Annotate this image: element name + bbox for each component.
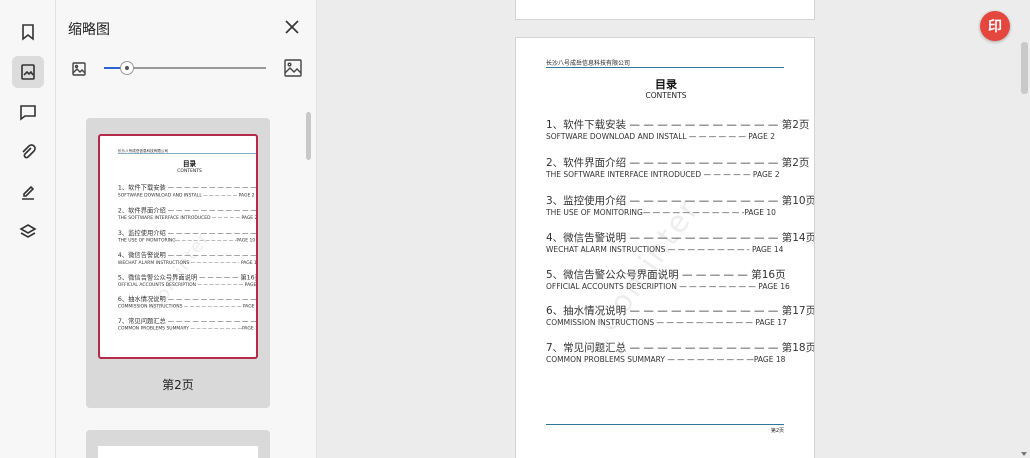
toc-subtitle: CONTENTS bbox=[645, 91, 687, 100]
thumbnail-page-label: 第2页 bbox=[162, 378, 194, 392]
toc-entry[interactable]: 4、微信告警说明 — — — — — — — — — — — 第14页WECHA… bbox=[546, 231, 815, 255]
toc-entry-english: THE USE OF MONITORING— — — — — — — — — —… bbox=[546, 208, 776, 217]
toc-entry-english: OFFICIAL ACCOUNTS DESCRIPTION — — — — — … bbox=[117, 281, 258, 288]
toc-entry-chinese: 6、抽水情况说明 — — — — — — — — — — — 第17页 bbox=[117, 295, 257, 303]
previous-page bbox=[515, 0, 815, 20]
scroll-down-arrow[interactable] bbox=[1021, 452, 1027, 456]
toc-entry-english: OFFICIAL ACCOUNTS DESCRIPTION — — — — — … bbox=[546, 282, 790, 291]
toc-entry-english: WECHAT ALARM INSTRUCTIONS — — — — — — — … bbox=[546, 245, 784, 254]
bookmark-button[interactable] bbox=[12, 16, 44, 48]
main-scrollbar[interactable] bbox=[1021, 42, 1028, 94]
document-content: 长沙八号成岳信息科技有限公司 目录 CONTENTS Cominter 1、软件… bbox=[516, 38, 815, 458]
thumbnail-zoom-control bbox=[70, 58, 302, 78]
toc-entry-english: THE SOFTWARE INTERFACE INTRODUCED — — — … bbox=[546, 170, 780, 179]
toc-entry-english: COMMISSION INSTRUCTIONS — — — — — — — — … bbox=[117, 303, 258, 309]
layers-button[interactable] bbox=[12, 216, 44, 248]
toc-entry-english: THE SOFTWARE INTERFACE INTRODUCED — — — … bbox=[117, 214, 258, 221]
panel-scrollbar[interactable] bbox=[306, 112, 311, 160]
toc-entry-chinese: 7、常见问题汇总 — — — — — — — — — — — 第18页 bbox=[546, 342, 815, 354]
thumbnail-document-content: 长沙八号成岳信息科技有限公司 目录 CONTENTS Cominter 1、软件… bbox=[100, 136, 258, 357]
document-view: 长沙八号成岳信息科技有限公司 目录 CONTENTS Cominter 1、软件… bbox=[317, 0, 1030, 458]
header-rule bbox=[117, 153, 256, 154]
attachment-button[interactable] bbox=[12, 136, 44, 168]
footer-rule bbox=[546, 424, 784, 425]
toc-entry-chinese: 1、软件下载安装 — — — — — — — — — — — 第2页 bbox=[117, 184, 257, 192]
toc-entry[interactable]: 3、监控使用介绍 — — — — — — — — — — — 第10页THE U… bbox=[117, 229, 257, 243]
toc-entry[interactable]: 3、监控使用介绍 — — — — — — — — — — — 第10页THE U… bbox=[546, 194, 815, 218]
toc-entry-chinese: 4、微信告警说明 — — — — — — — — — — — 第14页 bbox=[546, 232, 815, 244]
toc-title: 目录 bbox=[655, 78, 677, 91]
toc-entry-chinese: 2、软件界面介绍 — — — — — — — — — — — 第2页 bbox=[546, 157, 810, 169]
toc-entry[interactable]: 2、软件界面介绍 — — — — — — — — — — — 第2页THE SO… bbox=[117, 206, 258, 221]
icon-rail bbox=[0, 0, 56, 458]
zoom-out-button[interactable] bbox=[72, 61, 86, 76]
toc-entry[interactable]: 5、微信告警公众号界面说明 — — — — — 第16页 OFFICIAL ACC… bbox=[117, 273, 258, 288]
header-rule bbox=[546, 67, 784, 68]
thumbnail-panel: 缩略图 长沙八号成岳信息科技有限公司 目录 CONTENTS Cominter … bbox=[56, 0, 317, 458]
signature-button[interactable] bbox=[12, 176, 44, 208]
company-name: 长沙八号成岳信息科技有限公司 bbox=[546, 60, 631, 67]
toc-entry[interactable]: 1、软件下载安装 — — — — — — — — — — — 第2页SOFTWA… bbox=[546, 118, 810, 142]
toc-entry[interactable]: 2、软件界面介绍 — — — — — — — — — — — 第2页THE SO… bbox=[546, 156, 810, 180]
thumbnail-preview: 长沙八号成岳信息科技有限公司 目录 CONTENTS Cominter 1、软件… bbox=[98, 134, 258, 359]
thumbnail-page-2[interactable]: 长沙八号成岳信息科技有限公司 目录 CONTENTS Cominter 1、软件… bbox=[86, 118, 270, 408]
toc-entry[interactable]: 7、常见问题汇总 — — — — — — — — — — — 第18页COMMO… bbox=[117, 317, 258, 331]
stamp-button[interactable]: 印 bbox=[980, 11, 1010, 41]
toc-entry-chinese: 1、软件下载安装 — — — — — — — — — — — 第2页 bbox=[546, 119, 810, 131]
toc-entry[interactable]: 1、软件下载安装 — — — — — — — — — — — 第2页SOFTWA… bbox=[117, 184, 257, 198]
document-page: 长沙八号成岳信息科技有限公司 目录 CONTENTS Cominter 1、软件… bbox=[515, 37, 815, 458]
toc-entry-english: THE USE OF MONITORING— — — — — — — — — —… bbox=[117, 237, 256, 243]
toc-entry-chinese: 6、抽水情况说明 — — — — — — — — — — — 第17页 bbox=[546, 305, 815, 317]
toc-entry-english: COMMON PROBLEMS SUMMARY — — — — — — — — … bbox=[117, 325, 258, 331]
bookmark-icon bbox=[22, 24, 34, 41]
comment-button[interactable] bbox=[12, 96, 44, 128]
close-icon bbox=[285, 20, 299, 34]
close-panel-button[interactable] bbox=[284, 19, 300, 35]
layers-icon bbox=[19, 224, 37, 238]
zoom-in-button[interactable] bbox=[284, 59, 302, 77]
toc-entry[interactable]: 6、抽水情况说明 — — — — — — — — — — — 第17页COMMI… bbox=[546, 304, 815, 328]
toc-entry-chinese: 7、常见问题汇总 — — — — — — — — — — — 第18页 bbox=[117, 317, 257, 325]
toc-entry-chinese: 5、微信告警公众号界面说明 — — — — — 第16页 bbox=[546, 269, 786, 281]
thumbnail-button[interactable] bbox=[12, 56, 44, 88]
thumbnail-mini-page: 长沙八号成岳信息科技有限公司 目录 CONTENTS Cominter 1、软件… bbox=[100, 136, 258, 357]
zoom-slider-handle[interactable] bbox=[119, 61, 134, 75]
toc-entry[interactable]: 4、微信告警说明 — — — — — — — — — — — 第14页WECHA… bbox=[117, 251, 258, 265]
toc-entry-english: COMMON PROBLEMS SUMMARY — — — — — — — — … bbox=[546, 355, 786, 364]
toc-entry-english: SOFTWARE DOWNLOAD AND INSTALL — — — — — … bbox=[546, 132, 775, 141]
panel-title: 缩略图 bbox=[68, 22, 110, 38]
large-image-icon bbox=[284, 59, 302, 77]
toc-subtitle: CONTENTS bbox=[177, 167, 202, 174]
signature-icon bbox=[22, 185, 35, 200]
toc-entry-chinese: 2、软件界面介绍 — — — — — — — — — — — 第2页 bbox=[117, 207, 257, 215]
thumbnail-icon bbox=[21, 64, 35, 80]
toc-entry-chinese: 4、微信告警说明 — — — — — — — — — — — 第14页 bbox=[117, 251, 257, 259]
small-image-icon bbox=[72, 62, 86, 76]
toc-entry-english: WECHAT ALARM INSTRUCTIONS — — — — — — — … bbox=[117, 259, 258, 265]
comment-icon bbox=[20, 105, 36, 121]
toc-entry-chinese: 3、监控使用介绍 — — — — — — — — — — — 第10页 bbox=[546, 195, 815, 207]
toc-entry-chinese: 5、微信告警公众号界面说明 — — — — — 第16页 bbox=[117, 273, 258, 282]
toc-entry-english: COMMISSION INSTRUCTIONS — — — — — — — — … bbox=[546, 318, 787, 327]
toc-entry-english: SOFTWARE DOWNLOAD AND INSTALL — — — — — … bbox=[117, 192, 255, 198]
toc-entry[interactable]: 5、微信告警公众号界面说明 — — — — — 第16页 OFFICIAL ACC… bbox=[546, 268, 790, 292]
toc-entry-chinese: 3、监控使用介绍 — — — — — — — — — — — 第10页 bbox=[117, 229, 257, 237]
toc-entry[interactable]: 6、抽水情况说明 — — — — — — — — — — — 第17页COMMI… bbox=[117, 295, 258, 309]
thumbnail-page-3[interactable] bbox=[86, 430, 270, 458]
attachment-icon bbox=[22, 144, 36, 159]
toc-entry[interactable]: 7、常见问题汇总 — — — — — — — — — — — 第18页COMMO… bbox=[546, 341, 815, 365]
zoom-slider[interactable] bbox=[104, 61, 266, 75]
page-footer: 第2页 bbox=[770, 428, 784, 434]
